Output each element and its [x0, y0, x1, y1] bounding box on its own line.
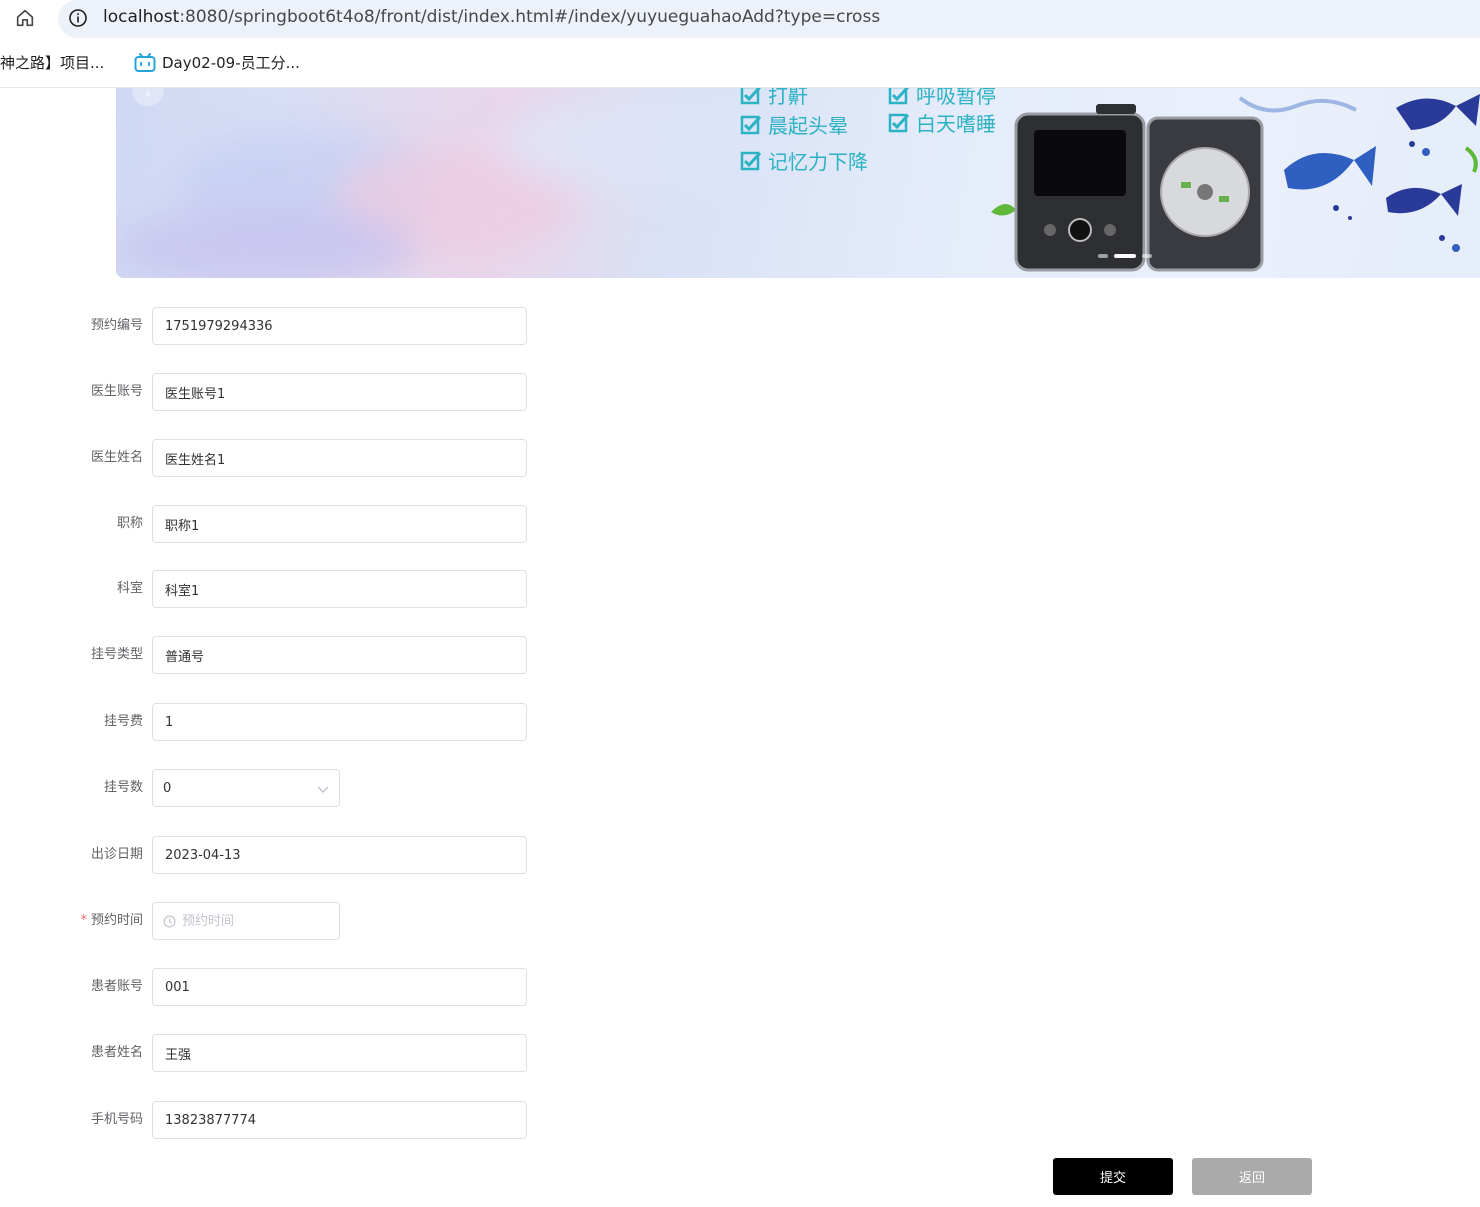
department-label: 科室 — [116, 581, 143, 596]
reg-count-select[interactable]: 0 — [152, 769, 340, 807]
carousel-indicators — [1098, 254, 1152, 258]
checkbox-icon — [740, 151, 762, 170]
doctor-name-input[interactable] — [152, 439, 527, 477]
form-row-department: 科室 — [0, 570, 600, 608]
booking-time-label-text: 预约时间 — [90, 913, 143, 928]
checkbox-icon — [740, 115, 762, 134]
booking-time-picker[interactable]: 预约时间 — [152, 902, 340, 940]
bookmark-item[interactable]: Day02-09-员工分... — [134, 52, 300, 73]
required-star: * — [80, 913, 87, 928]
doctor-account-label: 医生账号 — [90, 384, 143, 399]
doctor-name-label: 医生姓名 — [90, 450, 143, 465]
url-text: localhost:8080/springboot6t4o8/front/dis… — [103, 7, 880, 27]
banner-check-item: 呼吸暂停 — [888, 88, 996, 109]
reg-count-value: 0 — [163, 781, 172, 796]
form-row-booking-time: * 预约时间 预约时间 — [0, 902, 600, 940]
reg-type-label: 挂号类型 — [90, 647, 143, 662]
bookmarks-bar: 神之路】项目... Day02-09-员工分... — [0, 38, 1480, 88]
form-row-reg-type: 挂号类型 — [0, 636, 600, 674]
clock-icon — [163, 915, 176, 928]
carousel-dot[interactable] — [1142, 254, 1152, 258]
submit-button[interactable]: 提交 — [1053, 1158, 1173, 1195]
banner-check-label: 晨起头晕 — [768, 114, 848, 138]
booking-no-label: 预约编号 — [90, 318, 143, 333]
checkbox-icon — [740, 88, 761, 104]
banner-check-item: 打鼾 — [740, 88, 808, 109]
patient-account-label: 患者账号 — [90, 979, 143, 994]
checkbox-icon — [888, 113, 910, 132]
booking-no-input[interactable] — [152, 307, 527, 345]
carousel-dot[interactable] — [1098, 254, 1108, 258]
doctor-account-input[interactable] — [152, 373, 527, 411]
chevron-down-icon — [317, 786, 329, 793]
form-row-clinic-date: 出诊日期 — [0, 836, 600, 874]
phone-input[interactable] — [152, 1101, 527, 1139]
patient-name-input[interactable] — [152, 1034, 527, 1072]
patient-account-input[interactable] — [152, 968, 527, 1006]
form-row-booking-no: 预约编号 — [0, 307, 600, 345]
title-input[interactable] — [152, 505, 527, 543]
form-row-patient-name: 患者姓名 — [0, 1034, 600, 1072]
banner-check-label: 呼吸暂停 — [916, 88, 996, 108]
reg-type-input[interactable] — [152, 636, 527, 674]
banner-carousel: ‹ 打鼾 呼吸暂停 晨起头晕 白天嗜睡 记忆力下降 — [116, 88, 1480, 278]
fish-illustration — [1238, 94, 1480, 252]
back-button[interactable]: 返回 — [1192, 1158, 1312, 1195]
carousel-prev-button[interactable]: ‹ — [132, 88, 164, 106]
banner-check-label: 白天嗜睡 — [916, 112, 996, 136]
form-row-reg-fee: 挂号费 — [0, 703, 600, 741]
url-host: localhost — [103, 7, 180, 27]
bookmark-item[interactable]: 神之路】项目... — [0, 52, 104, 73]
booking-time-label: * 预约时间 — [80, 902, 143, 940]
form-row-doctor-account: 医生账号 — [0, 373, 600, 411]
reg-fee-label: 挂号费 — [103, 714, 143, 729]
home-icon[interactable] — [14, 7, 36, 29]
reg-fee-input[interactable] — [152, 703, 527, 741]
form-row-title: 职称 — [0, 505, 600, 543]
bookmark-label: Day02-09-员工分... — [162, 54, 300, 72]
bilibili-icon — [134, 52, 156, 72]
reg-count-label: 挂号数 — [103, 780, 143, 795]
department-input[interactable] — [152, 570, 527, 608]
banner-check-label: 记忆力下降 — [768, 150, 868, 174]
clinic-date-input[interactable] — [152, 836, 527, 874]
banner-check-label: 打鼾 — [768, 88, 808, 108]
info-icon[interactable] — [68, 8, 88, 28]
carousel-dot-active[interactable] — [1114, 254, 1136, 258]
form-row-patient-account: 患者账号 — [0, 968, 600, 1006]
form-row-phone: 手机号码 — [0, 1101, 600, 1139]
phone-label: 手机号码 — [90, 1112, 143, 1127]
banner-check-item: 晨起头晕 — [740, 110, 848, 139]
checkbox-icon — [888, 88, 909, 104]
form-row-doctor-name: 医生姓名 — [0, 439, 600, 477]
patient-name-label: 患者姓名 — [90, 1045, 143, 1060]
url-field[interactable]: localhost:8080/springboot6t4o8/front/dis… — [58, 0, 1480, 38]
browser-address-bar: localhost:8080/springboot6t4o8/front/dis… — [0, 0, 1480, 38]
cpap-device-image — [991, 104, 1264, 272]
booking-time-placeholder: 预约时间 — [182, 914, 235, 929]
url-path: :8080/springboot6t4o8/front/dist/index.h… — [179, 7, 881, 27]
form-row-reg-count: 挂号数 0 — [0, 769, 600, 807]
banner-check-item: 白天嗜睡 — [888, 108, 996, 137]
banner-check-item: 记忆力下降 — [740, 146, 868, 175]
clinic-date-label: 出诊日期 — [90, 847, 143, 862]
title-label: 职称 — [116, 516, 143, 531]
